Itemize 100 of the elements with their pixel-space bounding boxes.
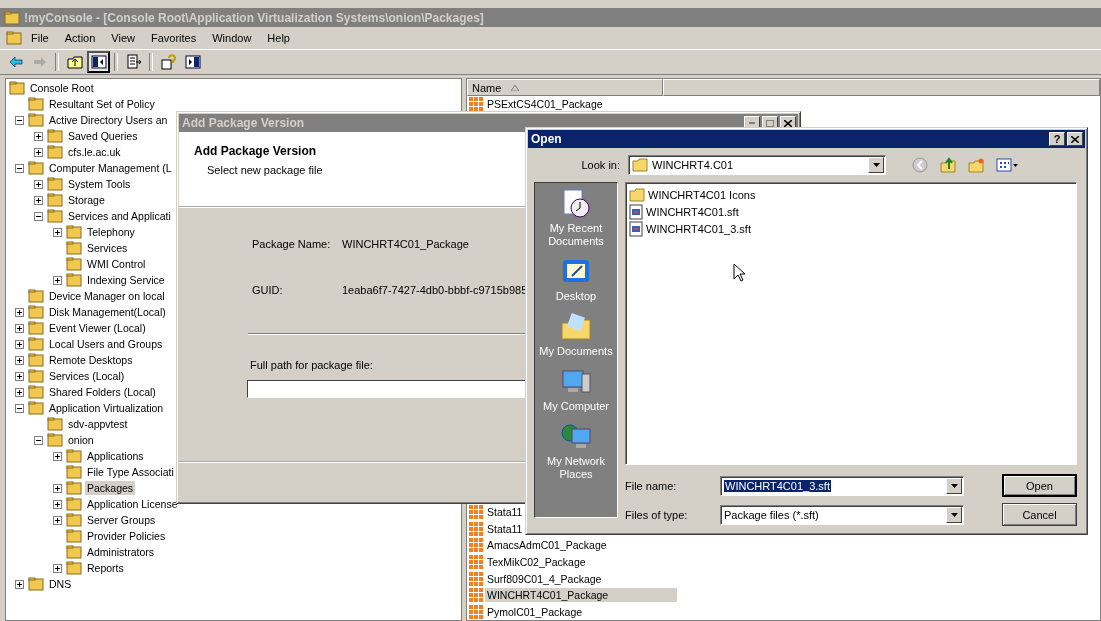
expand-toggle[interactable] bbox=[15, 403, 24, 413]
package-name[interactable]: PSExtCS4C01_Package bbox=[485, 97, 605, 112]
up-folder-button[interactable] bbox=[938, 157, 958, 173]
expand-toggle[interactable] bbox=[15, 579, 24, 589]
package-name[interactable]: Stata11 bbox=[485, 505, 525, 520]
listed-document[interactable]: WINCHRT4C01_3.sft bbox=[645, 222, 752, 235]
tree-item[interactable]: Active Directory Users an bbox=[47, 113, 170, 127]
tree-item[interactable]: Resultant Set of Policy bbox=[47, 97, 157, 111]
window-title: !myConsole - [Console Root\Application Virtualization Systems\onion\Packages] bbox=[24, 10, 484, 25]
menu-item[interactable]: View bbox=[104, 30, 142, 46]
expand-toggle[interactable] bbox=[15, 355, 24, 365]
view-menu-button[interactable] bbox=[994, 157, 1020, 173]
column-header[interactable] bbox=[663, 79, 1100, 96]
field-label: Look in: bbox=[580, 159, 620, 171]
expand-toggle[interactable] bbox=[34, 131, 43, 141]
expand-toggle[interactable] bbox=[15, 339, 24, 349]
place-button[interactable]: Desktop bbox=[537, 254, 615, 309]
menu-item[interactable]: Action bbox=[57, 30, 103, 46]
place-button[interactable]: My Recent Documents bbox=[537, 186, 615, 254]
menu-item[interactable]: Help bbox=[260, 30, 297, 46]
minus-icon bbox=[36, 437, 41, 443]
tree-item[interactable]: sdv-appvtest bbox=[66, 417, 130, 431]
package-name[interactable]: AmacsAdmC01_Package bbox=[485, 538, 609, 553]
tree-item[interactable]: DNS bbox=[47, 577, 74, 591]
expand-toggle[interactable] bbox=[15, 371, 24, 381]
package-name[interactable]: PymolC01_Package bbox=[485, 604, 585, 619]
package-name[interactable]: Surf809C01_4_Package bbox=[485, 571, 604, 586]
listed-document[interactable]: WINCHRT4C01.sft bbox=[645, 205, 740, 218]
tree-item[interactable]: WMI Control bbox=[85, 257, 148, 271]
tree-item[interactable]: onion bbox=[66, 433, 96, 447]
expand-toggle[interactable] bbox=[53, 515, 62, 525]
tree-item[interactable]: Console Root bbox=[28, 81, 96, 95]
plus-icon bbox=[55, 517, 60, 523]
expand-toggle[interactable] bbox=[34, 435, 43, 445]
expand-toggle[interactable] bbox=[53, 275, 62, 285]
tree-item[interactable]: Services bbox=[85, 241, 130, 255]
dropdown-button[interactable] bbox=[868, 157, 884, 173]
tree-item[interactable]: Disk Management(Local) bbox=[47, 305, 168, 319]
file-type-dropdown[interactable]: Package files (*.sft) bbox=[720, 504, 964, 525]
tree-item[interactable]: Shared Folders (Local) bbox=[47, 385, 158, 399]
tree-item[interactable]: Saved Queries bbox=[66, 129, 140, 143]
expand-toggle[interactable] bbox=[15, 307, 24, 317]
expand-toggle[interactable] bbox=[34, 179, 43, 189]
tree-item[interactable]: Application Virtualization bbox=[47, 401, 166, 415]
tree-item[interactable]: Device Manager on local bbox=[47, 289, 167, 303]
tree-item[interactable]: System Tools bbox=[66, 177, 133, 191]
place-button[interactable]: My Computer bbox=[537, 364, 615, 419]
open-button[interactable]: Open bbox=[1002, 474, 1077, 497]
expand-toggle[interactable] bbox=[34, 195, 43, 205]
look-in-dropdown[interactable]: WINCHRT4.C01 bbox=[628, 155, 886, 175]
tree-item[interactable]: cfs.le.ac.uk bbox=[66, 145, 123, 159]
menu-item[interactable]: Favorites bbox=[143, 30, 204, 46]
expand-toggle[interactable] bbox=[15, 323, 24, 333]
help-button[interactable]: ? bbox=[1049, 132, 1065, 146]
tree-item[interactable]: Remote Desktops bbox=[47, 353, 135, 367]
tree-item[interactable]: Server Groups bbox=[85, 513, 158, 527]
cancel-button[interactable]: Cancel bbox=[1002, 503, 1077, 526]
tree-item[interactable]: Packages bbox=[85, 481, 136, 495]
plus-icon bbox=[55, 565, 60, 571]
tree-item[interactable]: Computer Management (L bbox=[47, 161, 174, 175]
expand-toggle[interactable] bbox=[53, 483, 62, 493]
tree-item[interactable]: Services and Applicati bbox=[66, 209, 173, 223]
package-name[interactable]: WINCHRT4C01_Package bbox=[485, 588, 677, 603]
column-header[interactable]: Name bbox=[467, 79, 663, 96]
package-name[interactable]: TexMikC02_Package bbox=[485, 554, 588, 569]
close-button[interactable] bbox=[1067, 132, 1083, 146]
tree-item[interactable]: Provider Policies bbox=[85, 529, 168, 543]
tree-item[interactable]: Application License bbox=[85, 497, 180, 511]
listed-folder[interactable]: WINCHRT4C01 Icons bbox=[647, 188, 757, 201]
dropdown-button[interactable] bbox=[946, 506, 962, 523]
dropdown-button[interactable] bbox=[946, 477, 962, 494]
tree-item[interactable]: Administrators bbox=[85, 545, 157, 559]
package-name[interactable]: Stata11 bbox=[485, 521, 525, 536]
tree-item[interactable]: Indexing Service bbox=[85, 273, 167, 287]
tree-item[interactable]: Local Users and Groups bbox=[47, 337, 165, 351]
expand-toggle[interactable] bbox=[15, 115, 24, 125]
expand-toggle[interactable] bbox=[34, 211, 43, 221]
tree-item[interactable]: Event Viewer (Local) bbox=[47, 321, 148, 335]
expand-toggle[interactable] bbox=[53, 227, 62, 237]
place-button[interactable]: My Network Places bbox=[537, 419, 615, 487]
tree-item[interactable]: Storage bbox=[66, 193, 107, 207]
field-label: File name: bbox=[625, 479, 678, 492]
menu-item[interactable]: Window bbox=[205, 30, 259, 46]
tree-item[interactable]: Applications bbox=[85, 449, 146, 463]
tree-item[interactable]: Telephony bbox=[85, 225, 137, 239]
tree-item[interactable]: File Type Associati bbox=[85, 465, 176, 479]
file-name-field[interactable]: WINCHRT4C01_3.sft bbox=[720, 475, 964, 496]
expand-toggle[interactable] bbox=[15, 163, 24, 173]
plus-icon bbox=[55, 229, 60, 235]
tree-item[interactable]: Reports bbox=[85, 561, 126, 575]
expand-toggle[interactable] bbox=[34, 147, 43, 157]
expand-toggle[interactable] bbox=[53, 563, 62, 573]
toolbar-button[interactable] bbox=[87, 51, 110, 73]
place-button[interactable]: My Documents bbox=[537, 309, 615, 364]
expand-toggle[interactable] bbox=[53, 499, 62, 509]
expand-toggle[interactable] bbox=[53, 451, 62, 461]
field-label: Package Name: bbox=[252, 238, 332, 250]
expand-toggle[interactable] bbox=[15, 387, 24, 397]
menu-item[interactable]: File bbox=[24, 30, 56, 46]
tree-item[interactable]: Services (Local) bbox=[47, 369, 127, 383]
